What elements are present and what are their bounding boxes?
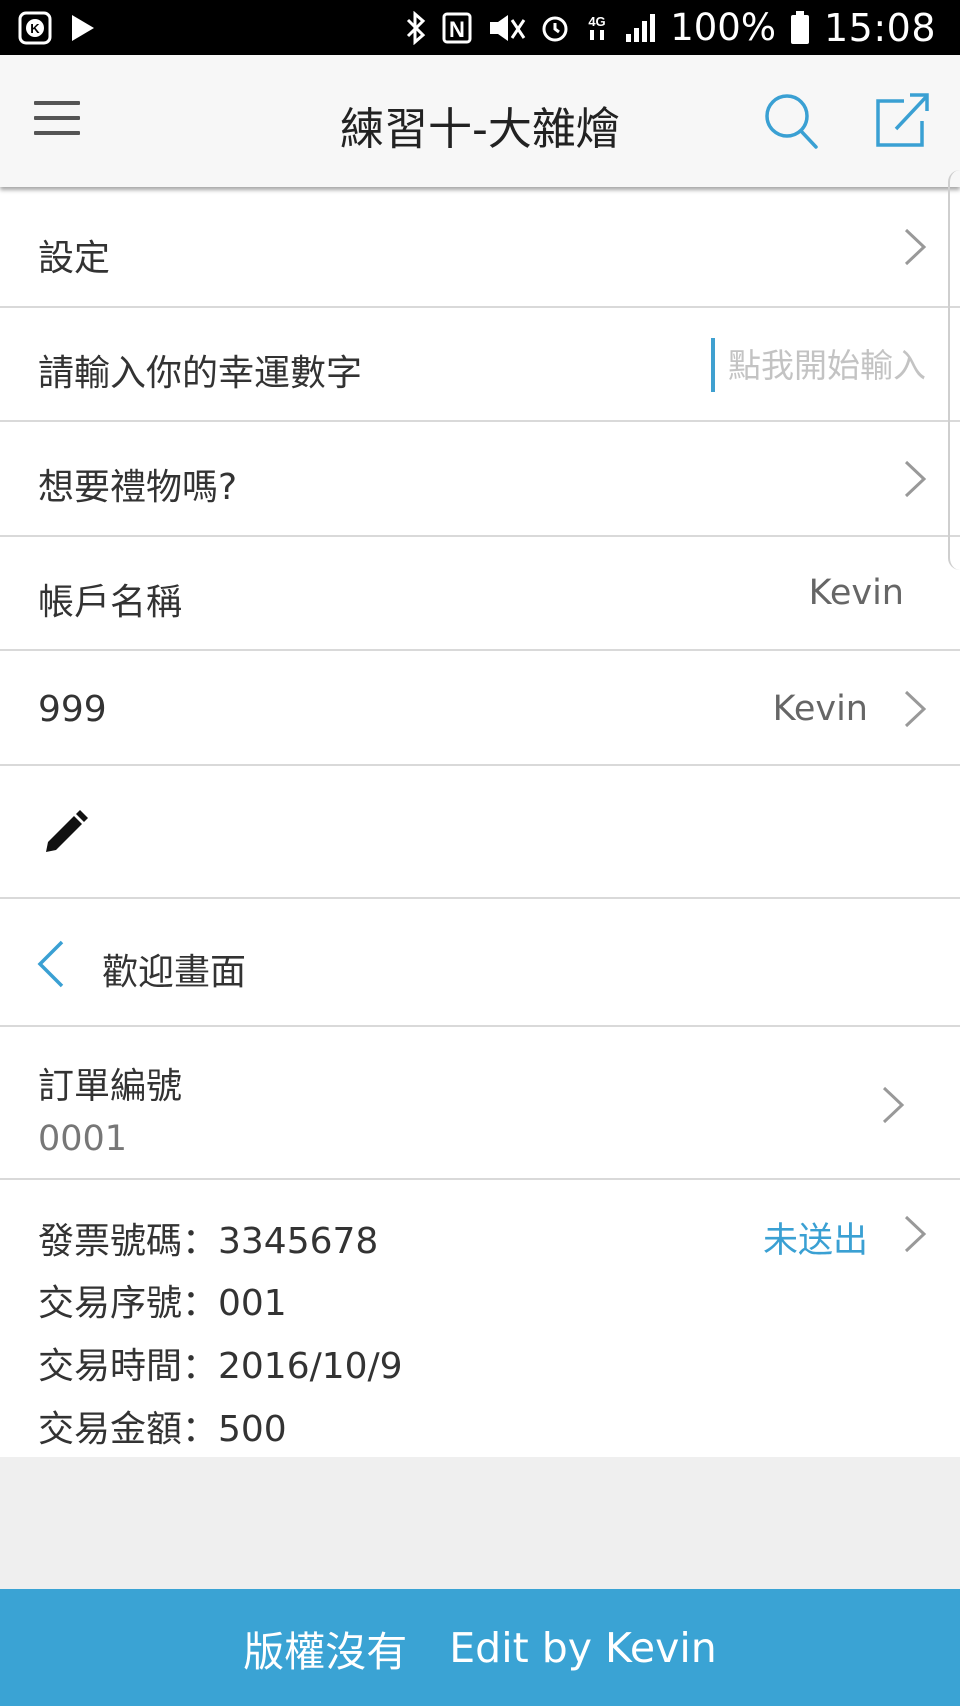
order-number: 0001 [38,1119,128,1159]
invoice-row[interactable]: 發票號碼：3345678 交易序號：001 交易時間：2016/10/9 交易金… [0,1180,960,1457]
back-label: 歡迎畫面 [102,952,247,993]
search-icon[interactable] [762,91,822,151]
chevron-right-icon [904,690,927,728]
app-bar: 練習十-大雜燴 [0,55,960,187]
settings-label: 設定 [38,238,111,279]
clock: 15:08 [823,5,936,50]
account-name-label: 帳戶名稱 [38,582,183,623]
footer-copyright: 版權沒有 [243,1627,408,1676]
footer: 版權沒有 Edit by Kevin [0,1589,960,1706]
order-row[interactable]: 訂單編號 0001 [0,1027,960,1180]
chevron-right-icon [904,1215,927,1253]
share-icon[interactable] [872,91,932,151]
order-label: 訂單編號 [38,1066,183,1107]
battery-percent: 100% [670,6,776,49]
custom-value: Kevin [772,689,868,729]
alarm-icon [540,12,570,44]
lucky-number-field-wrap [711,338,926,392]
pencil-icon [46,810,88,852]
edit-row[interactable] [0,766,960,899]
content-list: 設定 請輸入你的幸運數字 想要禮物嗎? 帳戶名稱 Kevin 999 Kevin… [0,187,960,1457]
transaction-time: 交易時間：2016/10/9 [38,1346,403,1387]
account-name-value: Kevin [808,573,904,613]
svg-text:K: K [30,21,40,36]
transaction-amount: 交易金額：500 [38,1409,287,1450]
lucky-number-input[interactable] [715,338,926,392]
mute-icon [486,12,526,44]
transaction-serial: 交易序號：001 [38,1283,287,1324]
status-bar: K N 4G 100% 15:08 [0,0,960,55]
settings-row[interactable]: 設定 [0,187,960,308]
lucky-number-label: 請輸入你的幸運數字 [38,353,363,394]
invoice-number: 發票號碼：3345678 [38,1221,379,1262]
chevron-left-icon [37,940,64,988]
4g-icon: 4G [584,12,610,44]
chevron-right-icon [904,228,927,266]
play-icon [70,13,96,43]
footer-edit-by: Edit by Kevin [449,1623,717,1672]
gift-row[interactable]: 想要禮物嗎? [0,422,960,537]
bluetooth-icon [404,10,428,45]
battery-icon [790,10,810,45]
signal-icon [624,12,656,44]
k-app-icon: K [18,11,52,45]
svg-text:N: N [449,17,465,42]
chevron-right-icon [904,460,927,498]
chevron-right-icon [882,1086,905,1124]
edge-decoration [948,170,960,570]
lucky-number-row: 請輸入你的幸運數字 [0,308,960,422]
custom-row[interactable]: 999 Kevin [0,651,960,766]
back-row[interactable]: 歡迎畫面 [0,899,960,1027]
custom-label: 999 [38,689,107,730]
gift-label: 想要禮物嗎? [38,467,238,508]
account-name-row: 帳戶名稱 Kevin [0,537,960,651]
svg-text:4G: 4G [589,14,606,29]
nfc-icon: N [442,12,472,44]
invoice-status: 未送出 [762,1221,868,1261]
